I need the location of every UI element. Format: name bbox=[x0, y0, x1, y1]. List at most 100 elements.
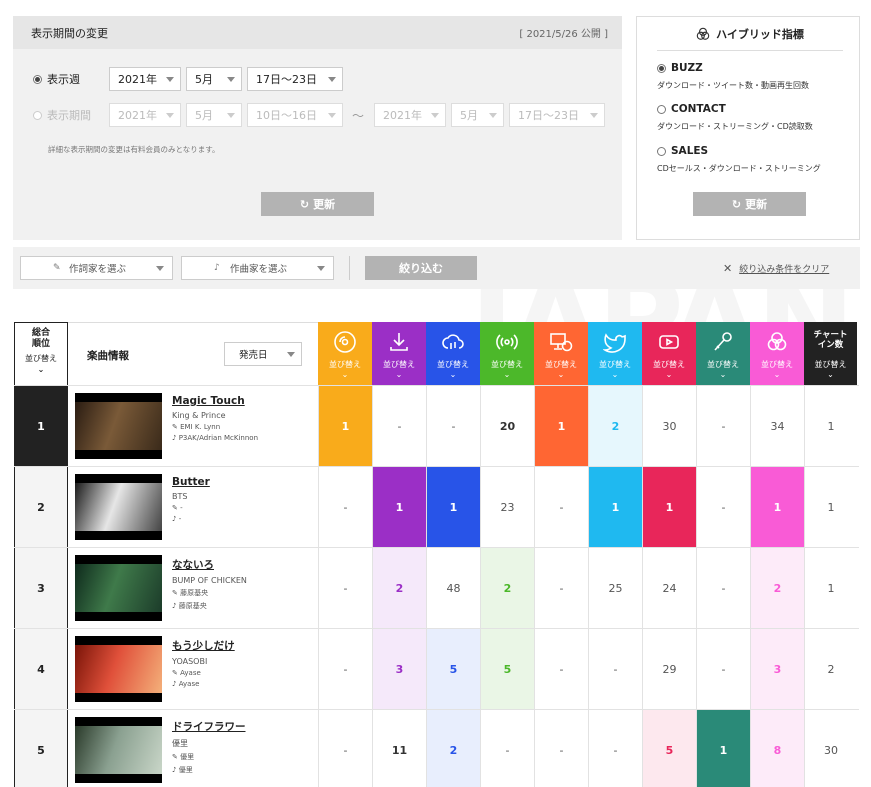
column-header-youtube[interactable]: 並び替え ⌄ bbox=[642, 322, 696, 385]
song-thumbnail[interactable] bbox=[75, 717, 162, 783]
rank-cell-youtube: 5 bbox=[642, 710, 696, 787]
pencil-icon: ✎ bbox=[172, 669, 181, 677]
range-from-day-select[interactable]: 10日〜16日 bbox=[247, 103, 343, 127]
hybrid-icon bbox=[696, 27, 710, 40]
range-from-year-select[interactable]: 2021年 bbox=[109, 103, 181, 127]
chart-in-header[interactable]: チャート イン数 並び替え ⌄ bbox=[804, 322, 857, 385]
chevron-down-icon bbox=[166, 112, 174, 118]
pencil-icon: ✎ bbox=[172, 423, 181, 431]
range-radio[interactable] bbox=[33, 110, 42, 120]
chart-in-cell: 1 bbox=[804, 548, 857, 629]
table-row[interactable]: 2 Butter BTS ✎ - ♪ - -1 1 23-1 1-1 1 bbox=[14, 466, 859, 548]
rank-cell-pc-cd: - bbox=[534, 710, 588, 787]
column-header-pc-cd[interactable]: 並び替え ⌄ bbox=[534, 322, 588, 385]
table-row[interactable]: 5 ドライフラワー 優里 ✎ 優里 ♪ 優里 -11 2- - -5 1 8 30 bbox=[14, 709, 859, 787]
rank-header[interactable]: 総合 順位 並び替え ⌄ bbox=[14, 322, 68, 385]
song-thumbnail[interactable] bbox=[75, 636, 162, 702]
rank-cell-radio: 5 bbox=[480, 629, 534, 710]
rank-cell-pc-cd: 1 bbox=[534, 386, 588, 467]
rank-cell-download: 1 bbox=[372, 467, 426, 548]
song-title-link[interactable]: Butter bbox=[172, 476, 210, 488]
column-header-twitter[interactable]: 並び替え ⌄ bbox=[588, 322, 642, 385]
song-thumbnail[interactable] bbox=[75, 393, 162, 459]
radio-icon bbox=[496, 334, 518, 350]
chart-in-cell: 30 bbox=[804, 710, 857, 787]
rank-cell: 5 bbox=[14, 710, 68, 787]
rank-cell-radio: - bbox=[480, 710, 534, 787]
hybrid-option-contact[interactable]: CONTACT ダウンロード・ストリーミング・CD読取数 bbox=[657, 103, 813, 132]
week-year-select[interactable]: 2021年 bbox=[109, 67, 181, 91]
music-note-icon: ♪ bbox=[172, 434, 179, 442]
composer: ♪ - bbox=[172, 515, 182, 523]
streaming-icon bbox=[442, 334, 464, 349]
rank-cell-twitter: 2 bbox=[588, 386, 642, 467]
range-to-day-select[interactable]: 17日〜23日 bbox=[509, 103, 606, 127]
rank-cell-karaoke: - bbox=[696, 548, 750, 629]
karaoke-icon bbox=[714, 332, 732, 351]
range-from-month-select[interactable]: 5月 bbox=[186, 103, 242, 127]
composer: ♪ Ayase bbox=[172, 680, 200, 688]
chart-in-cell: 1 bbox=[804, 386, 857, 467]
week-range-select[interactable]: 17日〜23日 bbox=[247, 67, 343, 91]
rank-cell-cd: - bbox=[318, 629, 372, 710]
hybrid-option-buzz[interactable]: BUZZ ダウンロード・ツイート数・動画再生回数 bbox=[657, 62, 809, 91]
music-note-icon: ♪ bbox=[214, 263, 220, 273]
column-header-karaoke[interactable]: 並び替え ⌄ bbox=[696, 322, 750, 385]
hybrid-panel: ハイブリッド指標 BUZZ ダウンロード・ツイート数・動画再生回数 CONTAC… bbox=[636, 16, 860, 240]
narrow-button[interactable]: 絞り込む bbox=[365, 256, 477, 280]
hybrid-icon bbox=[767, 332, 787, 351]
table-row[interactable]: 4 もう少しだけ YOASOBI ✎ Ayase ♪ Ayase -355--2… bbox=[14, 628, 859, 710]
rank-cell-streaming: - bbox=[426, 386, 480, 467]
buzz-radio[interactable] bbox=[657, 63, 666, 73]
music-note-icon: ♪ bbox=[172, 515, 179, 523]
table-row[interactable]: 3 なないろ BUMP OF CHICKEN ✎ 藤原基央 ♪ 藤原基央 -24… bbox=[14, 547, 859, 629]
column-header-hybrid[interactable]: 並び替え ⌄ bbox=[750, 322, 804, 385]
week-month-select[interactable]: 5月 bbox=[186, 67, 242, 91]
chevron-down-icon bbox=[328, 112, 336, 118]
rank-cell-radio: 23 bbox=[480, 467, 534, 548]
chevron-down-icon: ⌄ bbox=[665, 370, 673, 379]
youtube-icon bbox=[659, 335, 679, 349]
song-title-link[interactable]: ドライフラワー bbox=[172, 719, 246, 734]
week-radio[interactable] bbox=[33, 74, 42, 84]
column-header-cd[interactable]: 並び替え ⌄ bbox=[318, 322, 372, 385]
chevron-down-icon: ⌄ bbox=[611, 370, 619, 379]
song-title-link[interactable]: Magic Touch bbox=[172, 395, 258, 407]
rank-cell-hybrid: 34 bbox=[750, 386, 804, 467]
period-note: 詳細な表示期間の変更は有料会員のみとなります。 bbox=[48, 145, 220, 154]
lyricist: ✎ EMI K. Lynn bbox=[172, 423, 221, 431]
song-title-link[interactable]: なないろ bbox=[172, 557, 247, 572]
rank-cell-pc-cd: - bbox=[534, 548, 588, 629]
sales-radio[interactable] bbox=[657, 146, 666, 156]
column-header-streaming[interactable]: 並び替え ⌄ bbox=[426, 322, 480, 385]
music-note-icon: ♪ bbox=[172, 766, 179, 774]
cd-icon bbox=[334, 331, 356, 353]
release-date-sort-select[interactable]: 発売日 bbox=[224, 342, 302, 366]
hybrid-update-button[interactable]: ↻ 更新 bbox=[693, 192, 806, 216]
chevron-down-icon: ⌄ bbox=[395, 370, 403, 379]
hybrid-option-sales[interactable]: SALES CDセールス・ダウンロード・ストリーミング bbox=[657, 145, 821, 174]
contact-radio[interactable] bbox=[657, 104, 666, 114]
chevron-down-icon bbox=[287, 351, 295, 357]
column-header-radio[interactable]: 並び替え ⌄ bbox=[480, 322, 534, 385]
rank-cell-radio: 20 bbox=[480, 386, 534, 467]
composer-select[interactable]: ♪ 作曲家を選ぶ bbox=[181, 256, 334, 280]
rank-cell-streaming: 1 bbox=[426, 467, 480, 548]
song-thumbnail[interactable] bbox=[75, 474, 162, 540]
range-separator: 〜 bbox=[352, 108, 365, 123]
rank-cell-streaming: 48 bbox=[426, 548, 480, 629]
published-date: [ 2021/5/26 公開 ] bbox=[519, 29, 608, 40]
clear-filter-link[interactable]: ✕ 絞り込み条件をクリア bbox=[723, 262, 829, 275]
lyricist-select[interactable]: ✎ 作詞家を選ぶ bbox=[20, 256, 173, 280]
rank-cell-hybrid: 3 bbox=[750, 629, 804, 710]
rank-cell-karaoke: - bbox=[696, 467, 750, 548]
table-row[interactable]: 1 Magic Touch King & Prince ✎ EMI K. Lyn… bbox=[14, 385, 859, 467]
composer: ♪ 優里 bbox=[172, 766, 193, 774]
range-to-month-select[interactable]: 5月 bbox=[451, 103, 505, 127]
column-header-download[interactable]: 並び替え ⌄ bbox=[372, 322, 426, 385]
artist-name: BUMP OF CHICKEN bbox=[172, 576, 247, 585]
range-to-year-select[interactable]: 2021年 bbox=[374, 103, 447, 127]
period-update-button[interactable]: ↻ 更新 bbox=[261, 192, 374, 216]
song-thumbnail[interactable] bbox=[75, 555, 162, 621]
song-title-link[interactable]: もう少しだけ bbox=[172, 638, 235, 653]
